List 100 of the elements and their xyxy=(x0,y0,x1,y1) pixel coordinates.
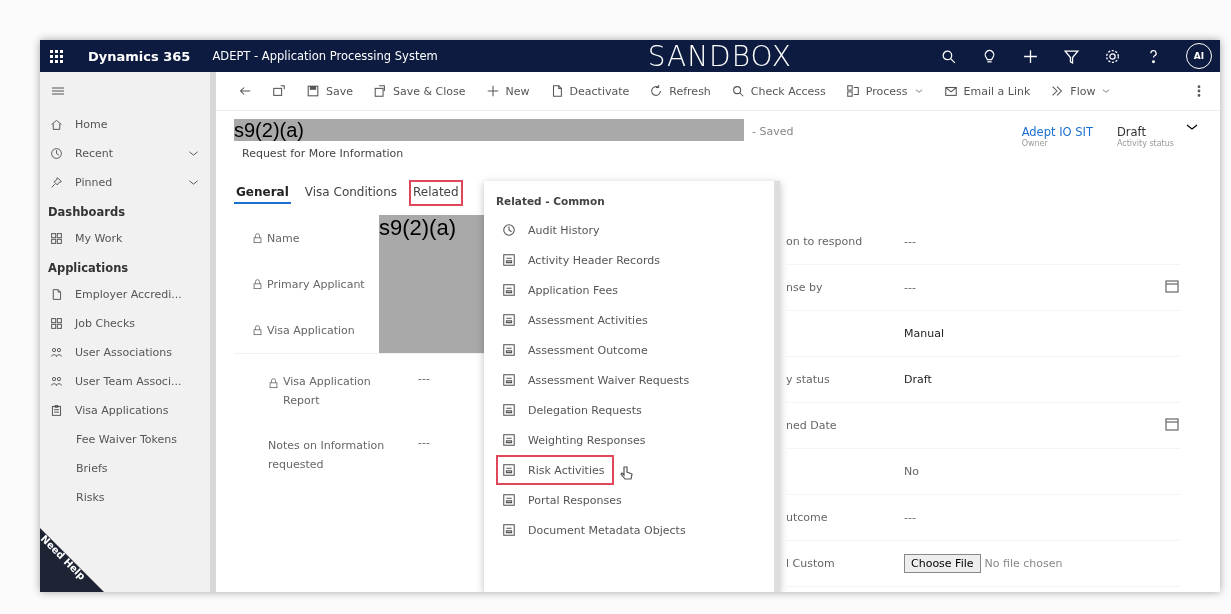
field-value: --- xyxy=(904,235,916,248)
lock-icon xyxy=(252,232,263,244)
menu-item[interactable]: Application Fees xyxy=(496,275,628,305)
calendar-icon[interactable] xyxy=(1164,278,1180,294)
sidebar-item[interactable]: Employer Accredi... xyxy=(75,288,182,301)
home-icon xyxy=(50,118,63,131)
record-icon xyxy=(502,283,516,297)
plus-icon[interactable] xyxy=(1022,47,1039,65)
field-label: Notes on Information requested xyxy=(268,438,386,473)
field-value: Draft xyxy=(904,373,932,386)
header-value: Draft xyxy=(1116,125,1147,139)
sidebar-item[interactable]: Visa Applications xyxy=(75,404,169,417)
header-label: Owner xyxy=(1021,139,1048,148)
chevron-icon xyxy=(913,86,924,96)
menu-item[interactable]: Assessment Activities xyxy=(496,305,658,335)
sidebar-item[interactable]: Recent xyxy=(75,147,114,160)
record-icon xyxy=(502,463,516,477)
lock-icon xyxy=(252,278,263,290)
field-value: --- xyxy=(904,511,916,524)
choose-file-button[interactable]: Choose File xyxy=(904,554,981,573)
field-label: l Custom xyxy=(786,557,835,570)
sidebar-item[interactable]: Briefs xyxy=(76,462,108,475)
command-button[interactable]: Check Access xyxy=(728,82,828,100)
menu-item[interactable]: Activity Header Records xyxy=(496,245,670,275)
sidebar-item[interactable]: Risks xyxy=(76,491,105,504)
menu-item[interactable]: Weighting Responses xyxy=(496,425,656,455)
clipboard-icon xyxy=(50,404,63,417)
command-button[interactable]: New xyxy=(483,82,532,100)
menu-item[interactable]: Document Metadata Objects xyxy=(496,515,696,545)
menu-item[interactable]: Delegation Requests xyxy=(496,395,652,425)
plus-icon xyxy=(485,84,500,98)
sidebar-item[interactable]: Pinned xyxy=(75,176,113,189)
field-value: --- xyxy=(904,281,916,294)
save-status: - Saved xyxy=(752,125,794,138)
chevrons-icon xyxy=(1050,84,1065,98)
sidebar-heading: Dashboards xyxy=(47,204,126,221)
hand-cursor-icon xyxy=(618,465,635,481)
owner-link[interactable]: Adept IO SIT xyxy=(1021,125,1093,139)
command-button[interactable]: Refresh xyxy=(647,82,713,100)
lock-icon xyxy=(268,378,279,389)
system-name: ADEPT - Application Processing System xyxy=(212,49,438,63)
header-label: Activity status xyxy=(1116,139,1174,148)
people-icon xyxy=(50,375,63,388)
menu-item[interactable]: Assessment Waiver Requests xyxy=(496,365,700,395)
command-button[interactable]: Flow xyxy=(1048,82,1114,100)
sidebar-item[interactable]: Home xyxy=(75,118,108,131)
sidebar-item[interactable]: User Team Associ... xyxy=(75,375,182,388)
file-status: No file chosen xyxy=(984,557,1063,570)
history-icon xyxy=(502,223,516,237)
lock-icon xyxy=(252,324,263,336)
record-icon xyxy=(502,313,516,327)
record-icon xyxy=(502,403,516,417)
command-button[interactable]: Process xyxy=(843,82,926,100)
process-icon xyxy=(845,84,860,98)
calendar-icon[interactable] xyxy=(1164,416,1180,432)
email-icon xyxy=(943,84,958,98)
record-icon xyxy=(502,373,516,387)
menu-item[interactable]: Portal Responses xyxy=(496,485,632,515)
tab[interactable]: Related xyxy=(411,182,461,204)
chevron-icon xyxy=(1101,86,1112,96)
command-button[interactable]: Deactivate xyxy=(547,82,632,100)
field-label: utcome xyxy=(786,511,828,524)
record-type: Request for More Information xyxy=(241,147,405,160)
sidebar-item[interactable]: Job Checks xyxy=(75,317,136,330)
settings-icon[interactable] xyxy=(1104,47,1121,65)
field-value: Manual xyxy=(904,327,944,340)
field-label: y status xyxy=(786,373,830,386)
record-icon xyxy=(502,523,516,537)
people-icon xyxy=(50,346,63,359)
command-button[interactable]: Email a Link xyxy=(941,82,1033,100)
menu-heading: Related - Common xyxy=(496,195,606,207)
menu-item[interactable]: Assessment Outcome xyxy=(496,335,658,365)
record-icon xyxy=(502,343,516,357)
field-label: Visa Application xyxy=(267,323,355,337)
command-button[interactable]: Save xyxy=(304,82,355,100)
search-icon xyxy=(730,84,745,98)
record-icon xyxy=(502,433,516,447)
sidebar-item[interactable]: User Associations xyxy=(75,346,172,359)
field-value: --- xyxy=(418,436,430,451)
app-name[interactable]: Dynamics 365 xyxy=(88,48,191,64)
menu-item[interactable]: Audit History xyxy=(496,215,610,245)
field-label: Primary Applicant xyxy=(267,277,365,291)
sidebar-item[interactable]: Fee Waiver Tokens xyxy=(76,433,178,446)
sidebar-item[interactable]: My Work xyxy=(75,232,123,245)
record-icon xyxy=(502,253,516,267)
environment-label: SANDBOX xyxy=(647,40,792,73)
field-label: nse by xyxy=(786,281,823,294)
redaction-block: s9(2)(a) xyxy=(379,215,484,353)
field-label: ned Date xyxy=(786,419,837,432)
clock-icon xyxy=(50,147,63,160)
command-button[interactable]: Save & Close xyxy=(371,82,468,100)
field-label: on to respond xyxy=(786,235,863,248)
refresh-icon xyxy=(649,84,664,98)
field-value: --- xyxy=(418,372,430,387)
save-icon xyxy=(306,84,320,98)
back-arrow-icon xyxy=(238,84,252,98)
grid-icon xyxy=(50,317,63,330)
tab[interactable]: Visa Conditions xyxy=(302,182,400,204)
waffle-icon[interactable] xyxy=(48,48,64,64)
tab[interactable]: General xyxy=(234,182,291,204)
